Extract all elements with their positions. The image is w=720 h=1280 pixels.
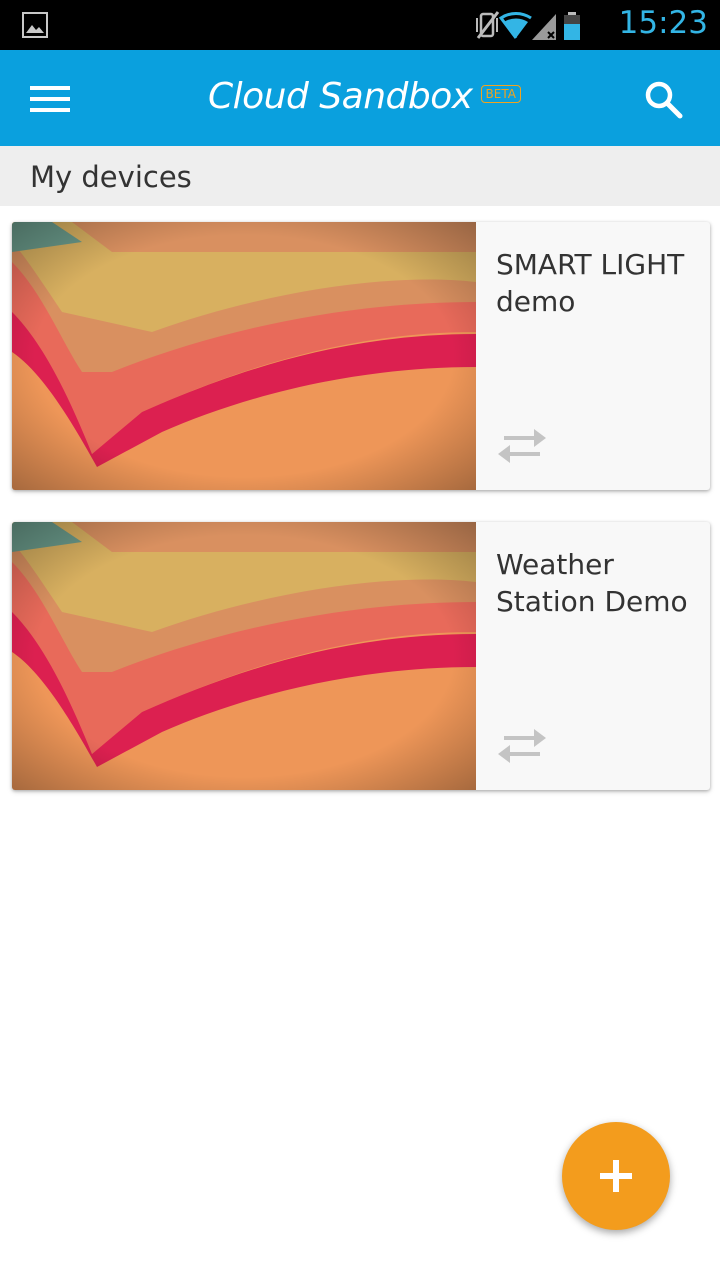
- clock: 15:23: [618, 5, 708, 41]
- battery-icon: [564, 12, 580, 40]
- wifi-icon: [498, 11, 532, 39]
- section-header: My devices: [0, 146, 720, 206]
- device-thumbnail: [12, 222, 476, 490]
- status-bar: 15:23: [0, 0, 720, 50]
- hamburger-menu-icon[interactable]: [30, 86, 70, 112]
- sync-arrows-icon[interactable]: [498, 726, 546, 766]
- beta-badge: BETA: [480, 85, 521, 103]
- app-title: Cloud Sandbox: [208, 76, 473, 117]
- section-title: My devices: [30, 160, 192, 194]
- app-title-group: Cloud Sandbox BETA: [208, 76, 521, 120]
- device-card[interactable]: Weather Station Demo: [12, 522, 710, 790]
- signal-icon: [532, 14, 556, 40]
- device-name: Weather Station Demo: [496, 548, 688, 618]
- device-name: SMART LIGHT demo: [496, 248, 685, 318]
- device-thumbnail: [12, 522, 476, 790]
- vibrate-off-icon: [476, 11, 500, 39]
- gallery-icon: [22, 12, 48, 38]
- device-card[interactable]: SMART LIGHT demo: [12, 222, 710, 490]
- status-icons: [474, 8, 590, 46]
- sync-arrows-icon[interactable]: [498, 426, 546, 466]
- plus-icon: [600, 1160, 632, 1192]
- search-icon[interactable]: [644, 80, 684, 120]
- app-bar: Cloud Sandbox BETA: [0, 50, 720, 146]
- add-device-button[interactable]: [562, 1122, 670, 1230]
